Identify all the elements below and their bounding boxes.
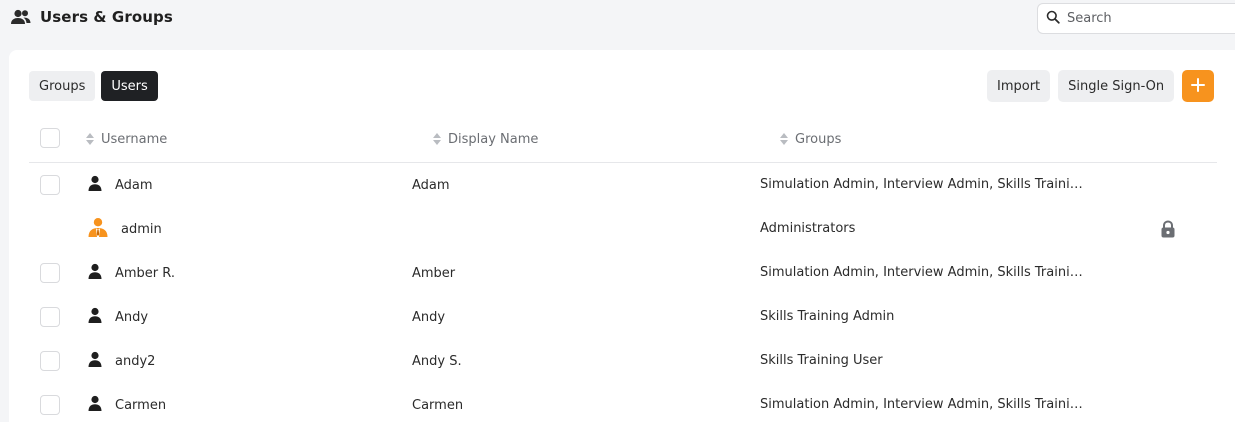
user-icon [87,175,103,195]
username-text: Amber R. [115,265,175,281]
row-checkbox[interactable] [40,351,60,371]
display-name-cell: Andy [412,309,446,325]
tab-groups[interactable]: Groups [29,71,96,101]
groups-cell: Simulation Admin, Interview Admin, Skill… [760,397,1090,412]
search-icon [1046,9,1060,28]
table-header: Username Display Name Groups [29,116,1217,163]
users-table: Username Display Name Groups Adam Adam S… [29,116,1217,422]
lock-icon [1160,220,1176,242]
page-header: Users & Groups [10,8,173,26]
tab-users[interactable]: Users [101,71,158,101]
username-cell: andy2 [87,339,155,383]
row-checkbox[interactable] [40,307,60,327]
username-text: Andy [115,309,149,325]
users-icon [10,8,32,26]
user-icon [87,307,103,327]
plus-icon [1191,77,1206,96]
table-row[interactable]: Amber R. Amber Simulation Admin, Intervi… [29,251,1217,295]
sort-icon [780,133,788,145]
username-text: admin [121,221,162,237]
groups-cell: Simulation Admin, Interview Admin, Skill… [760,265,1090,280]
user-icon [87,395,103,415]
view-tabs: Groups Users [29,71,158,101]
column-header-username[interactable]: Username [86,116,167,162]
table-row[interactable]: andy2 Andy S. Skills Training User [29,339,1217,383]
groups-cell: Simulation Admin, Interview Admin, Skill… [760,177,1090,192]
groups-cell: Skills Training Admin [760,309,895,324]
groups-cell: Administrators [760,221,856,236]
sort-icon [86,133,94,145]
top-bar: Users & Groups [0,0,1235,40]
table-row[interactable]: admin Administrators [29,207,1217,251]
table-row[interactable]: Carmen Carmen Simulation Admin, Intervie… [29,383,1217,422]
table-row[interactable]: Andy Andy Skills Training Admin [29,295,1217,339]
search-box[interactable] [1037,3,1235,34]
single-sign-on-button[interactable]: Single Sign-On [1058,70,1175,102]
display-name-cell: Adam [412,177,450,193]
user-icon [87,263,103,283]
add-user-button[interactable] [1182,70,1215,102]
column-header-groups[interactable]: Groups [780,116,841,162]
toolbar-actions: Import Single Sign-On [987,70,1215,102]
column-label: Username [101,131,168,147]
select-all-checkbox[interactable] [40,128,60,148]
column-header-display-name[interactable]: Display Name [433,116,538,162]
search-input[interactable] [1067,11,1227,26]
username-cell: Amber R. [87,251,175,295]
row-checkbox[interactable] [40,395,60,415]
username-text: Adam [115,177,153,193]
column-label: Display Name [448,131,539,147]
admin-user-icon [87,217,109,241]
display-name-cell: Amber [412,265,456,281]
username-text: andy2 [115,353,156,369]
column-label: Groups [795,131,842,147]
import-button[interactable]: Import [987,70,1051,102]
username-cell: Adam [87,163,153,207]
row-checkbox[interactable] [40,263,60,283]
groups-cell: Skills Training User [760,353,883,368]
display-name-cell: Andy S. [412,353,462,369]
user-icon [87,351,103,371]
username-cell: Carmen [87,383,166,422]
table-row[interactable]: Adam Adam Simulation Admin, Interview Ad… [29,163,1217,207]
row-checkbox[interactable] [40,175,60,195]
users-panel: Groups Users Import Single Sign-On Usern… [9,50,1235,422]
username-cell: Andy [87,295,148,339]
sort-icon [433,133,441,145]
page-title: Users & Groups [40,8,173,26]
username-text: Carmen [115,397,167,413]
username-cell: admin [87,207,162,251]
display-name-cell: Carmen [412,397,464,413]
